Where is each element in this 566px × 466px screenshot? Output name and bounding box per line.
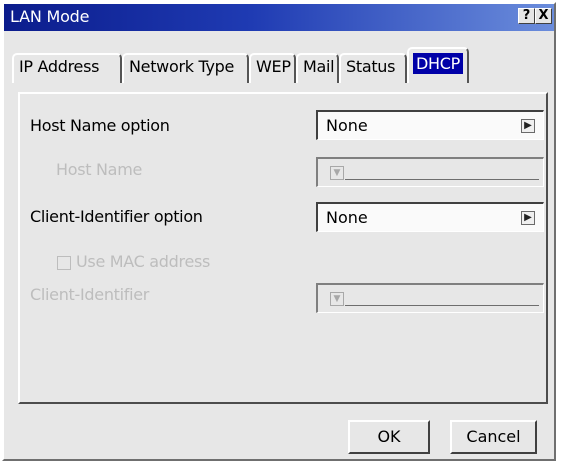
tab-ip-address-label: IP Address bbox=[19, 57, 100, 76]
tab-ip-address[interactable]: IP Address bbox=[12, 53, 122, 83]
tab-mail[interactable]: Mail bbox=[296, 53, 339, 83]
client-identifier-label: Client-Identifier bbox=[30, 285, 150, 304]
host-name-label: Host Name bbox=[56, 160, 143, 179]
use-mac-address-checkbox bbox=[57, 256, 71, 270]
help-button[interactable]: ? bbox=[518, 8, 535, 24]
tab-dhcp[interactable]: DHCP bbox=[407, 47, 469, 83]
client-identifier-option-value: None bbox=[326, 208, 368, 227]
host-name-option-label: Host Name option bbox=[30, 116, 170, 135]
cancel-button[interactable]: Cancel bbox=[450, 420, 537, 454]
window-title: LAN Mode bbox=[10, 7, 90, 26]
tab-wep[interactable]: WEP bbox=[249, 53, 296, 83]
chevron-right-icon: ▶ bbox=[521, 119, 535, 133]
host-name-value bbox=[345, 179, 539, 180]
tab-dhcp-label: DHCP bbox=[413, 53, 463, 74]
client-identifier-option-label: Client-Identifier option bbox=[30, 207, 203, 226]
host-name-option-select[interactable]: None ▶ bbox=[316, 110, 544, 140]
client-identifier-field: ▼ bbox=[316, 283, 544, 313]
tab-wep-label: WEP bbox=[256, 57, 291, 76]
tab-network-type-label: Network Type bbox=[129, 57, 235, 76]
host-name-option-value: None bbox=[326, 116, 368, 135]
tab-status[interactable]: Status bbox=[339, 53, 407, 83]
chevron-down-icon: ▼ bbox=[330, 166, 344, 180]
tab-status-label: Status bbox=[346, 57, 396, 76]
chevron-right-icon: ▶ bbox=[521, 211, 535, 225]
host-name-field: ▼ bbox=[316, 157, 544, 187]
chevron-down-icon: ▼ bbox=[330, 292, 344, 306]
tab-mail-label: Mail bbox=[303, 57, 335, 76]
tab-network-type[interactable]: Network Type bbox=[122, 53, 249, 83]
ok-button[interactable]: OK bbox=[348, 420, 430, 454]
client-identifier-value bbox=[345, 305, 539, 306]
use-mac-address-label: Use MAC address bbox=[76, 252, 211, 271]
client-identifier-option-select[interactable]: None ▶ bbox=[316, 202, 544, 232]
title-bar: LAN Mode ? X bbox=[4, 4, 554, 31]
close-button[interactable]: X bbox=[535, 8, 552, 24]
